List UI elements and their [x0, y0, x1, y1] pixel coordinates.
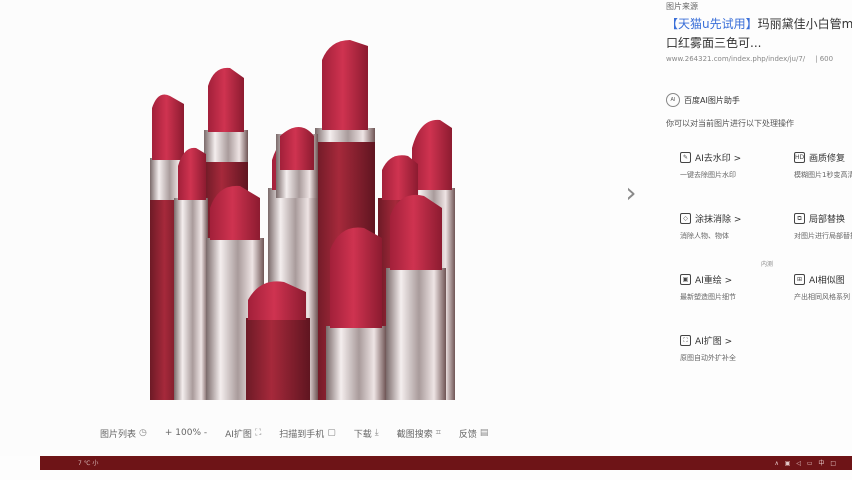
lipstick-front-2	[246, 281, 310, 400]
similar-icon: ⊞	[794, 274, 805, 285]
zoom-label: + 100% -	[164, 428, 208, 438]
tool-title: AI重绘 >	[695, 276, 733, 286]
internal-test-badge: 内测	[761, 261, 774, 268]
ai-assistant-header: AI 百度AI图片助手	[666, 93, 740, 107]
tool-title: AI扩图 >	[695, 337, 733, 347]
screen: 图片列表 ◷ + 100% - AI扩图 ⛶ 扫描到手机 ▢ 下载 ⤓ 截图搜索…	[0, 0, 852, 480]
taskbar: 7 ℃ 小 ∧ ▣ ◁ ▭ 中 □	[40, 456, 852, 470]
feedback-label: 反馈	[458, 429, 477, 440]
download-icon: ⤓	[374, 428, 379, 438]
screenshot-search-label: 截图搜索	[396, 429, 433, 440]
source-tag: 【天猫u先试用】	[666, 17, 758, 31]
tool-quality-repair[interactable]: HD 画质修复 模糊图片1秒变高清	[794, 151, 852, 180]
viewer-toolbar: 图片列表 ◷ + 100% - AI扩图 ⛶ 扫描到手机 ▢ 下载 ⤓ 截图搜索…	[100, 424, 506, 442]
image-list-label: 图片列表	[100, 429, 137, 440]
image-list-button[interactable]: 图片列表 ◷	[100, 427, 147, 440]
feedback-button[interactable]: 反馈 ▤	[459, 427, 489, 440]
tool-desc: 一键去除图片水印	[680, 171, 736, 179]
source-title-link[interactable]: 【天猫u先试用】玛丽黛佳小白管m口红雾面三色可...	[666, 15, 852, 53]
tool-title: AI相似图	[809, 276, 845, 286]
tool-desc: 消除人物、物体	[680, 232, 729, 240]
hd-icon: HD	[794, 152, 805, 163]
ai-assistant-desc: 你可以对当前图片进行以下处理操作	[666, 119, 794, 128]
download-label: 下载	[353, 429, 372, 440]
tool-title: AI去水印 >	[695, 154, 742, 164]
source-url[interactable]: www.264321.com/index.php/index/ju/7/	[666, 55, 805, 63]
lipstick-image	[150, 38, 455, 400]
screenshot-icon: ⌗	[435, 428, 441, 438]
chevron-right-icon[interactable]: ›	[620, 178, 642, 208]
tool-title: 涂抹消除 >	[695, 215, 742, 225]
tool-ai-redraw[interactable]: ▣ AI重绘 > 最新塑造图片细节	[680, 273, 800, 302]
tool-ai-expand[interactable]: ⛶ AI扩图 > 原图自动外扩补全	[680, 334, 800, 363]
replace-icon: ⧉	[794, 213, 805, 224]
tool-title: 局部替换	[809, 215, 846, 225]
tool-partial-replace[interactable]: ⧉ 局部替换 对图片进行局部替换	[794, 212, 852, 241]
tool-ai-similar[interactable]: ⊞ AI相似图 产出相同风格系列	[794, 273, 852, 302]
list-icon: ◷	[139, 428, 147, 438]
ai-badge-icon: AI	[666, 93, 680, 107]
zoom-control[interactable]: + 100% -	[165, 428, 207, 438]
info-panel: 图片来源 【天猫u先试用】玛丽黛佳小白管m口红雾面三色可... www.2643…	[666, 0, 852, 456]
tool-desc: 对图片进行局部替换	[794, 232, 852, 240]
feedback-icon: ▤	[479, 428, 489, 438]
eraser-icon: ◇	[680, 213, 691, 224]
download-button[interactable]: 下载 ⤓	[354, 427, 379, 440]
ai-assistant-title: 百度AI图片助手	[684, 95, 740, 105]
tool-desc: 原图自动外扩补全	[680, 354, 736, 362]
tool-title: 画质修复	[809, 154, 846, 164]
source-url-row: www.264321.com/index.php/index/ju/7/ | 60…	[666, 55, 833, 63]
scan-to-phone-label: 扫描到手机	[279, 429, 325, 440]
system-tray[interactable]: ∧ ▣ ◁ ▭ 中 □	[774, 458, 838, 467]
lipstick-front-3	[326, 227, 386, 400]
brush-icon: ✎	[680, 152, 691, 163]
lipstick-front-5	[386, 194, 446, 400]
tool-smear-erase[interactable]: ◇ 涂抹消除 > 消除人物、物体	[680, 212, 800, 241]
qr-icon: ▢	[327, 428, 336, 438]
tool-desc: 产出相同风格系列	[794, 293, 850, 301]
tool-desc: 最新塑造图片细节	[680, 293, 736, 301]
source-label: 图片来源	[666, 2, 698, 11]
redraw-icon: ▣	[680, 274, 691, 285]
tool-ai-watermark[interactable]: ✎ AI去水印 > 一键去除图片水印	[680, 151, 800, 180]
lipstick-mid-1	[174, 147, 208, 400]
lipstick-front-4	[276, 127, 318, 198]
tool-desc: 模糊图片1秒变高清	[794, 171, 852, 179]
weather-widget[interactable]: 7 ℃ 小	[78, 458, 98, 467]
ai-expand-button[interactable]: AI扩图 ⛶	[225, 427, 261, 440]
source-size: | 600	[815, 55, 834, 63]
screenshot-search-button[interactable]: 截图搜索 ⌗	[397, 427, 441, 440]
ai-expand-icon: ⛶	[254, 428, 262, 438]
scan-to-phone-button[interactable]: 扫描到手机 ▢	[279, 427, 336, 440]
expand-icon: ⛶	[680, 335, 691, 346]
ai-expand-label: AI扩图	[225, 429, 252, 440]
image-viewer: 图片列表 ◷ + 100% - AI扩图 ⛶ 扫描到手机 ▢ 下载 ⤓ 截图搜索…	[0, 0, 610, 456]
